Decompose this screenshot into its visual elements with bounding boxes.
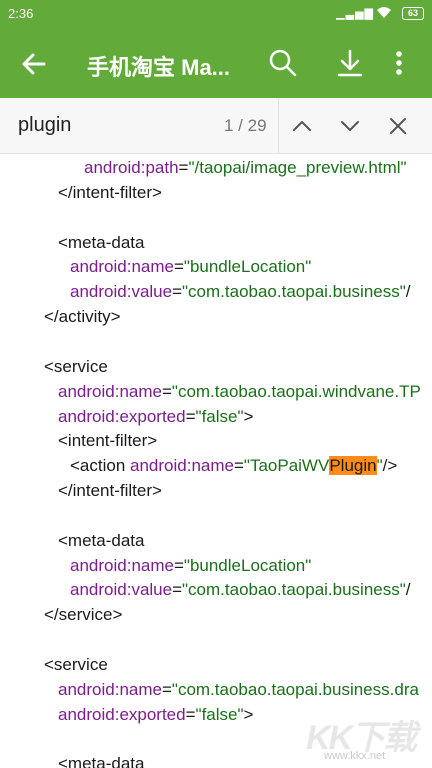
code-token: name (191, 456, 234, 476)
code-line: </service> (44, 603, 122, 627)
code-line: <meta-data (58, 231, 144, 255)
code-token: <intent-filter> (58, 431, 158, 451)
code-token: <meta-data (58, 530, 145, 550)
code-line: android:value="com.taobao.taopai.busines… (70, 280, 411, 304)
code-token: = (172, 580, 183, 600)
code-token: android: (130, 456, 192, 476)
more-options-icon[interactable] (390, 48, 408, 78)
code-token: / (405, 580, 411, 600)
code-line: <meta-data (58, 529, 144, 553)
code-token: "false" (195, 704, 244, 724)
code-token: /> (382, 456, 398, 476)
code-token: "bundleLocation" (183, 257, 312, 277)
code-token: android: (84, 158, 146, 177)
code-token: > (243, 406, 254, 426)
code-token: exported (119, 704, 186, 724)
next-match-icon[interactable] (338, 114, 362, 138)
close-find-icon[interactable] (386, 114, 410, 138)
code-token: = (178, 158, 189, 177)
code-token: = (173, 257, 184, 277)
code-token: android: (70, 580, 132, 600)
status-time: 2:36 (8, 6, 34, 21)
watermark-logo: KK下载 www.kkx.net (306, 710, 424, 762)
find-bar: plugin 1 / 29 (0, 98, 432, 154)
code-token: </activity> (44, 307, 121, 327)
code-token: android: (70, 555, 132, 575)
code-token: "/taopai/image_preview.html" (188, 158, 407, 177)
code-line: android:name="bundleLocation" (70, 255, 311, 279)
code-token: android: (70, 282, 132, 302)
code-token: "com.taobao.taopai.business" (182, 580, 406, 600)
xml-code-view[interactable]: android:path="/taopai/image_preview.html… (0, 154, 432, 768)
code-token: <service (44, 356, 108, 376)
code-token: android: (58, 704, 120, 724)
code-token: </service> (44, 605, 123, 625)
download-icon[interactable] (335, 48, 365, 78)
code-token: "com.taobao.taopai.windvane.TP (171, 381, 421, 401)
code-token: "com.taobao.taopai.business.dra (171, 679, 419, 699)
code-line: <action android:name="TaoPaiWVPlugin"/> (70, 454, 397, 478)
code-line: android:value="com.taobao.taopai.busines… (70, 578, 411, 602)
code-token: > (243, 704, 254, 724)
code-token: / (405, 282, 411, 302)
code-token: = (173, 555, 184, 575)
code-line: <service (44, 653, 108, 677)
code-line: android:name="com.taobao.taopai.business… (58, 678, 419, 702)
back-arrow-icon[interactable] (20, 50, 48, 78)
code-token: "false" (195, 406, 244, 426)
code-token: android: (58, 679, 120, 699)
code-line: android:exported="false"> (58, 405, 253, 429)
code-token: = (185, 406, 196, 426)
wifi-icon (376, 5, 392, 22)
search-highlight: Plugin (329, 456, 377, 476)
app-bar: 手机淘宝 Ma... (0, 28, 432, 98)
page-title: 手机淘宝 Ma... (87, 55, 231, 80)
status-bar: 2:36 ▁▃▅▇ 63 (0, 0, 432, 28)
match-count: 1 / 29 (224, 116, 267, 135)
code-token: exported (119, 406, 186, 426)
code-token: = (161, 381, 172, 401)
code-token: android: (70, 257, 132, 277)
code-token: = (161, 679, 172, 699)
battery-icon: 63 (402, 7, 424, 20)
code-token: android: (58, 381, 120, 401)
code-line: </intent-filter> (58, 181, 162, 205)
code-token: <meta-data (58, 754, 145, 768)
watermark-url: www.kkx.net (324, 750, 386, 762)
code-token: </intent-filter> (58, 182, 162, 202)
code-token: "com.taobao.taopai.business" (182, 282, 406, 302)
code-line: android:path="/taopai/image_preview.html… (84, 156, 407, 180)
code-token: name (119, 381, 162, 401)
code-token: <meta-data (58, 232, 145, 252)
code-token: = (172, 282, 183, 302)
code-line: <service (44, 355, 108, 379)
code-token: = (185, 704, 196, 724)
code-line: <intent-filter> (58, 429, 157, 453)
find-input[interactable]: plugin (18, 114, 71, 137)
code-token: path (145, 158, 179, 177)
code-line: android:name="com.taobao.taopai.windvane… (58, 380, 421, 404)
code-line: </activity> (44, 305, 121, 329)
code-token: value (131, 580, 173, 600)
code-token: name (119, 679, 162, 699)
code-token: name (131, 555, 174, 575)
code-token: </intent-filter> (58, 481, 162, 501)
code-token: "bundleLocation" (183, 555, 312, 575)
previous-match-icon[interactable] (290, 114, 314, 138)
code-token: <action (70, 456, 131, 476)
code-line: android:name="bundleLocation" (70, 554, 311, 578)
signal-icon: ▁▃▅▇ (336, 8, 374, 20)
code-token: value (131, 282, 173, 302)
code-line: android:exported="false"> (58, 703, 253, 727)
code-token: name (131, 257, 174, 277)
code-line: <meta-data (58, 752, 144, 768)
find-divider (278, 98, 279, 154)
code-token: "TaoPaiWV (243, 456, 330, 476)
code-token: <service (44, 655, 108, 674)
code-line: </intent-filter> (58, 479, 162, 503)
search-icon[interactable] (268, 48, 298, 78)
code-token: = (233, 456, 244, 476)
code-token: android: (58, 406, 120, 426)
